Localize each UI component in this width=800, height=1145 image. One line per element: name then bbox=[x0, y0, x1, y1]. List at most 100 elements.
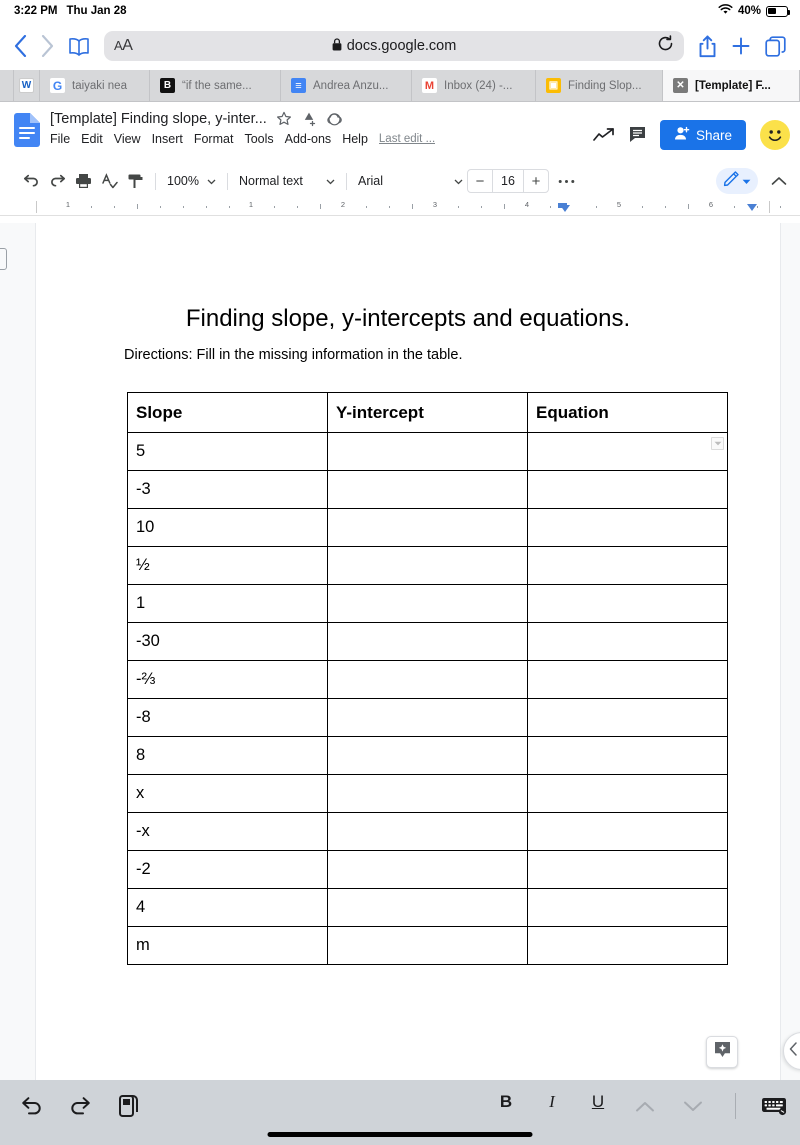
cell-slope[interactable]: m bbox=[127, 926, 328, 965]
tab-andrea-anzu[interactable]: ≡ Andrea Anzu... bbox=[281, 70, 412, 101]
cell-equation[interactable] bbox=[527, 774, 728, 813]
cell-y-intercept[interactable] bbox=[327, 622, 528, 661]
cell-y-intercept[interactable] bbox=[327, 698, 528, 737]
table-row[interactable]: 5 bbox=[127, 432, 728, 471]
cell-y-intercept[interactable] bbox=[327, 850, 528, 889]
undo-icon[interactable] bbox=[18, 1092, 46, 1120]
document-canvas[interactable]: Finding slope, y-intercepts and equation… bbox=[0, 223, 800, 1080]
table-row[interactable]: m bbox=[127, 926, 728, 965]
table-row[interactable]: -3 bbox=[127, 470, 728, 509]
explore-button[interactable] bbox=[706, 1036, 738, 1068]
cell-slope[interactable]: 5 bbox=[127, 432, 328, 471]
font-size-stepper[interactable]: − 16 + bbox=[467, 169, 549, 193]
cloud-saved-icon[interactable] bbox=[326, 111, 343, 127]
cell-equation[interactable] bbox=[527, 432, 728, 471]
edit-mode-button[interactable] bbox=[716, 168, 758, 194]
star-outline-icon[interactable] bbox=[276, 111, 292, 127]
browser-tab-strip[interactable]: W G taiyaki nea B “if the same... ≡ Andr… bbox=[0, 70, 800, 102]
cell-equation[interactable] bbox=[527, 470, 728, 509]
cell-equation[interactable] bbox=[527, 660, 728, 699]
cell-slope[interactable]: -⅔ bbox=[127, 660, 328, 699]
cell-y-intercept[interactable] bbox=[327, 470, 528, 509]
book-icon[interactable] bbox=[68, 37, 90, 56]
plus-icon[interactable] bbox=[731, 36, 751, 56]
share-icon[interactable] bbox=[698, 35, 717, 58]
cell-equation[interactable] bbox=[527, 584, 728, 623]
font-size-decrease-button[interactable]: − bbox=[468, 170, 492, 192]
tab-brainly[interactable]: B “if the same... bbox=[150, 70, 281, 101]
smiley-avatar-icon[interactable] bbox=[760, 120, 790, 150]
table-row[interactable]: -2 bbox=[127, 850, 728, 889]
first-line-indent-marker[interactable] bbox=[560, 205, 570, 212]
menu-edit[interactable]: Edit bbox=[81, 132, 103, 146]
underline-button[interactable]: U bbox=[585, 1092, 611, 1112]
undo-icon[interactable] bbox=[18, 168, 44, 194]
table-row[interactable]: 10 bbox=[127, 508, 728, 547]
more-options-icon[interactable] bbox=[553, 168, 579, 194]
cell-y-intercept[interactable] bbox=[327, 508, 528, 547]
font-family-dropdown[interactable]: Arial bbox=[354, 168, 467, 194]
table-row[interactable]: 8 bbox=[127, 736, 728, 775]
cell-slope[interactable]: -x bbox=[127, 812, 328, 851]
cell-slope[interactable]: -30 bbox=[127, 622, 328, 661]
cell-y-intercept[interactable] bbox=[327, 546, 528, 585]
outline-toggle-icon[interactable] bbox=[0, 248, 7, 270]
google-docs-logo[interactable] bbox=[14, 113, 40, 147]
cell-equation[interactable] bbox=[527, 850, 728, 889]
cell-slope[interactable]: 4 bbox=[127, 888, 328, 927]
tab-partial[interactable] bbox=[0, 70, 14, 101]
redo-icon[interactable] bbox=[66, 1092, 94, 1120]
cell-slope[interactable]: 8 bbox=[127, 736, 328, 775]
cell-slope[interactable]: -3 bbox=[127, 470, 328, 509]
cell-equation[interactable] bbox=[527, 888, 728, 927]
spellcheck-icon[interactable] bbox=[96, 168, 122, 194]
cell-dropdown-icon[interactable] bbox=[711, 437, 724, 450]
table-row[interactable]: -30 bbox=[127, 622, 728, 661]
cell-y-intercept[interactable] bbox=[327, 812, 528, 851]
table-row[interactable]: 1 bbox=[127, 584, 728, 623]
cell-equation[interactable] bbox=[527, 508, 728, 547]
cell-slope[interactable]: -8 bbox=[127, 698, 328, 737]
menu-insert[interactable]: Insert bbox=[152, 132, 183, 146]
last-edit-label[interactable]: Last edit ... bbox=[379, 133, 435, 145]
cell-equation[interactable] bbox=[527, 926, 728, 965]
worksheet-table[interactable]: Slope Y-intercept Equation 5 -3 10 ½ 1 -… bbox=[127, 392, 728, 965]
document-page[interactable]: Finding slope, y-intercepts and equation… bbox=[36, 223, 780, 1080]
clipboard-icon[interactable] bbox=[114, 1092, 142, 1120]
cell-y-intercept[interactable] bbox=[327, 584, 528, 623]
cell-slope[interactable]: x bbox=[127, 774, 328, 813]
cell-y-intercept[interactable] bbox=[327, 926, 528, 965]
tab-template-finding[interactable]: ✕ [Template] F... bbox=[663, 70, 800, 101]
table-row[interactable]: -⅔ bbox=[127, 660, 728, 699]
chevron-down-icon[interactable] bbox=[679, 1092, 707, 1120]
share-button[interactable]: Share bbox=[659, 120, 746, 150]
tab-finding-slope[interactable]: ▣ Finding Slop... bbox=[536, 70, 663, 101]
side-panel-toggle[interactable] bbox=[783, 1032, 800, 1070]
cell-y-intercept[interactable] bbox=[327, 736, 528, 775]
tab-gmail-inbox[interactable]: M Inbox (24) -... bbox=[412, 70, 536, 101]
paint-format-icon[interactable] bbox=[122, 168, 148, 194]
chevron-up-icon[interactable] bbox=[631, 1092, 659, 1120]
zoom-dropdown[interactable]: 100% bbox=[163, 168, 220, 194]
menu-format[interactable]: Format bbox=[194, 132, 234, 146]
cell-y-intercept[interactable] bbox=[327, 660, 528, 699]
cell-slope[interactable]: 10 bbox=[127, 508, 328, 547]
docs-menubar[interactable]: File Edit View Insert Format Tools Add-o… bbox=[50, 132, 583, 146]
move-to-folder-icon[interactable] bbox=[301, 111, 317, 127]
print-icon[interactable] bbox=[70, 168, 96, 194]
menu-addons[interactable]: Add-ons bbox=[285, 132, 332, 146]
menu-help[interactable]: Help bbox=[342, 132, 368, 146]
back-chevron-icon[interactable] bbox=[14, 35, 27, 57]
cell-equation[interactable] bbox=[527, 546, 728, 585]
activity-trendline-icon[interactable] bbox=[593, 127, 615, 143]
cell-y-intercept[interactable] bbox=[327, 888, 528, 927]
tab-wikipedia[interactable]: W bbox=[14, 70, 40, 101]
cell-equation[interactable] bbox=[527, 698, 728, 737]
font-size-increase-button[interactable]: + bbox=[524, 170, 548, 192]
document-ruler[interactable]: 1 1 2 3 4 5 6 7 bbox=[0, 198, 800, 216]
page-title[interactable]: [Template] Finding slope, y-inter... bbox=[50, 111, 267, 127]
italic-button[interactable]: I bbox=[539, 1092, 565, 1112]
bold-button[interactable]: B bbox=[493, 1092, 519, 1112]
menu-view[interactable]: View bbox=[114, 132, 141, 146]
reload-icon[interactable] bbox=[657, 34, 674, 58]
